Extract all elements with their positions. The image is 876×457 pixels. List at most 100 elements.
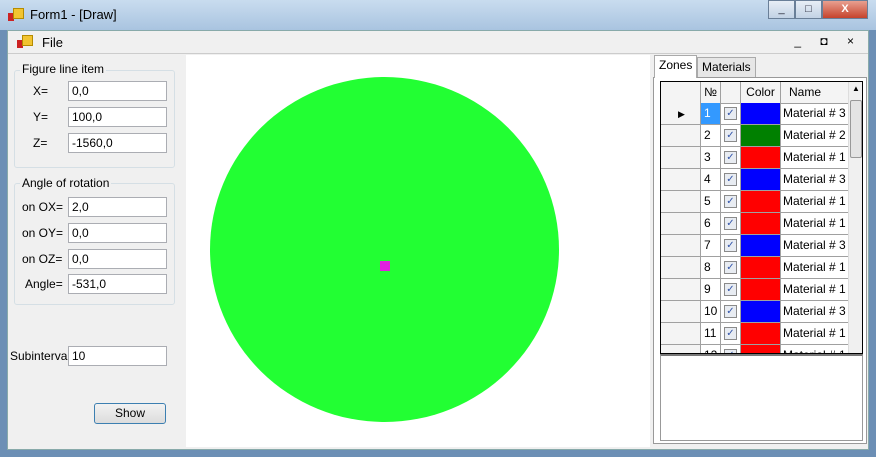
cell-number[interactable]: 6	[701, 213, 721, 235]
tab-zones[interactable]: Zones	[654, 55, 698, 78]
col-name[interactable]: Name	[781, 82, 849, 104]
cell-color[interactable]	[741, 147, 781, 169]
checkbox[interactable]: ✓	[724, 305, 737, 318]
cell-check[interactable]: ✓	[721, 257, 741, 279]
checkbox[interactable]: ✓	[724, 129, 737, 142]
cell-name[interactable]: Material # 1	[781, 279, 849, 301]
row-header[interactable]	[661, 147, 701, 169]
cell-check[interactable]: ✓	[721, 147, 741, 169]
oz-input[interactable]: 0,0	[68, 249, 167, 269]
cell-name[interactable]: Material # 1	[781, 323, 849, 345]
cell-check[interactable]: ✓	[721, 279, 741, 301]
y-input[interactable]: 100,0	[68, 107, 167, 127]
x-input[interactable]: 0,0	[68, 81, 167, 101]
cell-check[interactable]: ✓	[721, 125, 741, 147]
cell-check[interactable]: ✓	[721, 103, 741, 125]
mdi-window-controls[interactable]: _ ◘ ×	[794, 34, 862, 48]
cell-number[interactable]: 7	[701, 235, 721, 257]
table-row[interactable]: 10 ✓ Material # 3	[661, 301, 849, 323]
cell-check[interactable]: ✓	[721, 235, 741, 257]
row-header[interactable]	[661, 125, 701, 147]
subinterval-input[interactable]: 10	[68, 346, 167, 366]
row-header[interactable]	[661, 235, 701, 257]
checkbox[interactable]: ✓	[724, 239, 737, 252]
cell-color[interactable]	[741, 345, 781, 353]
cell-name[interactable]: Material # 3	[781, 235, 849, 257]
cell-name[interactable]: Material # 1	[781, 191, 849, 213]
table-row[interactable]: 12 ✓ Material # 1	[661, 345, 849, 353]
row-header[interactable]	[661, 191, 701, 213]
cell-check[interactable]: ✓	[721, 301, 741, 323]
cell-number[interactable]: 10	[701, 301, 721, 323]
row-header[interactable]	[661, 345, 701, 353]
cell-check[interactable]: ✓	[721, 213, 741, 235]
row-header[interactable]	[661, 301, 701, 323]
cell-color[interactable]	[741, 103, 781, 125]
cell-name[interactable]: Material # 3	[781, 169, 849, 191]
show-button[interactable]: Show	[94, 403, 166, 424]
table-row[interactable]: 4 ✓ Material # 3	[661, 169, 849, 191]
checkbox[interactable]: ✓	[724, 283, 737, 296]
table-row[interactable]: 11 ✓ Material # 1	[661, 323, 849, 345]
table-row[interactable]: 9 ✓ Material # 1	[661, 279, 849, 301]
checkbox[interactable]: ✓	[724, 107, 737, 120]
cell-number[interactable]: 4	[701, 169, 721, 191]
cell-check[interactable]: ✓	[721, 169, 741, 191]
cell-color[interactable]	[741, 323, 781, 345]
tab-materials[interactable]: Materials	[697, 57, 756, 77]
cell-name[interactable]: Material # 1	[781, 257, 849, 279]
table-row[interactable]: 8 ✓ Material # 1	[661, 257, 849, 279]
cell-color[interactable]	[741, 235, 781, 257]
mdi-child-icon[interactable]	[17, 35, 33, 49]
angle-input[interactable]: -531,0	[68, 274, 167, 294]
checkbox[interactable]: ✓	[724, 195, 737, 208]
scroll-up-icon[interactable]: ▲	[852, 84, 860, 93]
cell-number[interactable]: 9	[701, 279, 721, 301]
scroll-thumb[interactable]	[850, 100, 862, 158]
table-row[interactable]: 2 ✓ Material # 2	[661, 125, 849, 147]
cell-color[interactable]	[741, 301, 781, 323]
cell-name[interactable]: Material # 1	[781, 345, 849, 353]
cell-color[interactable]	[741, 191, 781, 213]
cell-check[interactable]: ✓	[721, 345, 741, 353]
checkbox[interactable]: ✓	[724, 173, 737, 186]
cell-number[interactable]: 8	[701, 257, 721, 279]
cell-name[interactable]: Material # 2	[781, 125, 849, 147]
cell-name[interactable]: Material # 1	[781, 213, 849, 235]
cell-check[interactable]: ✓	[721, 323, 741, 345]
cell-number[interactable]: 12	[701, 345, 721, 353]
checkbox[interactable]: ✓	[724, 261, 737, 274]
z-input[interactable]: -1560,0	[68, 133, 167, 153]
checkbox[interactable]: ✓	[724, 151, 737, 164]
cell-number[interactable]: 1	[701, 103, 721, 125]
menu-file[interactable]: File	[42, 35, 63, 50]
row-header[interactable]	[661, 257, 701, 279]
maximize-button[interactable]: □	[795, 0, 822, 19]
cell-number[interactable]: 3	[701, 147, 721, 169]
row-header[interactable]	[661, 169, 701, 191]
cell-color[interactable]	[741, 257, 781, 279]
col-check[interactable]	[721, 82, 741, 104]
cell-color[interactable]	[741, 213, 781, 235]
cell-color[interactable]	[741, 125, 781, 147]
minimize-button[interactable]: _	[768, 0, 795, 19]
col-color[interactable]: Color	[741, 82, 781, 104]
cell-name[interactable]: Material # 3	[781, 103, 849, 125]
checkbox[interactable]: ✓	[724, 217, 737, 230]
col-number[interactable]: №	[701, 82, 721, 104]
cell-number[interactable]: 11	[701, 323, 721, 345]
cell-number[interactable]: 2	[701, 125, 721, 147]
checkbox[interactable]: ✓	[724, 327, 737, 340]
oy-input[interactable]: 0,0	[68, 223, 167, 243]
row-header[interactable]	[661, 323, 701, 345]
cell-color[interactable]	[741, 279, 781, 301]
table-row[interactable]: 5 ✓ Material # 1	[661, 191, 849, 213]
cell-check[interactable]: ✓	[721, 191, 741, 213]
ox-input[interactable]: 2,0	[68, 197, 167, 217]
row-header[interactable]	[661, 213, 701, 235]
cell-color[interactable]	[741, 169, 781, 191]
close-button[interactable]: X	[822, 0, 868, 19]
cell-name[interactable]: Material # 3	[781, 301, 849, 323]
cell-number[interactable]: 5	[701, 191, 721, 213]
table-row[interactable]: 6 ✓ Material # 1	[661, 213, 849, 235]
